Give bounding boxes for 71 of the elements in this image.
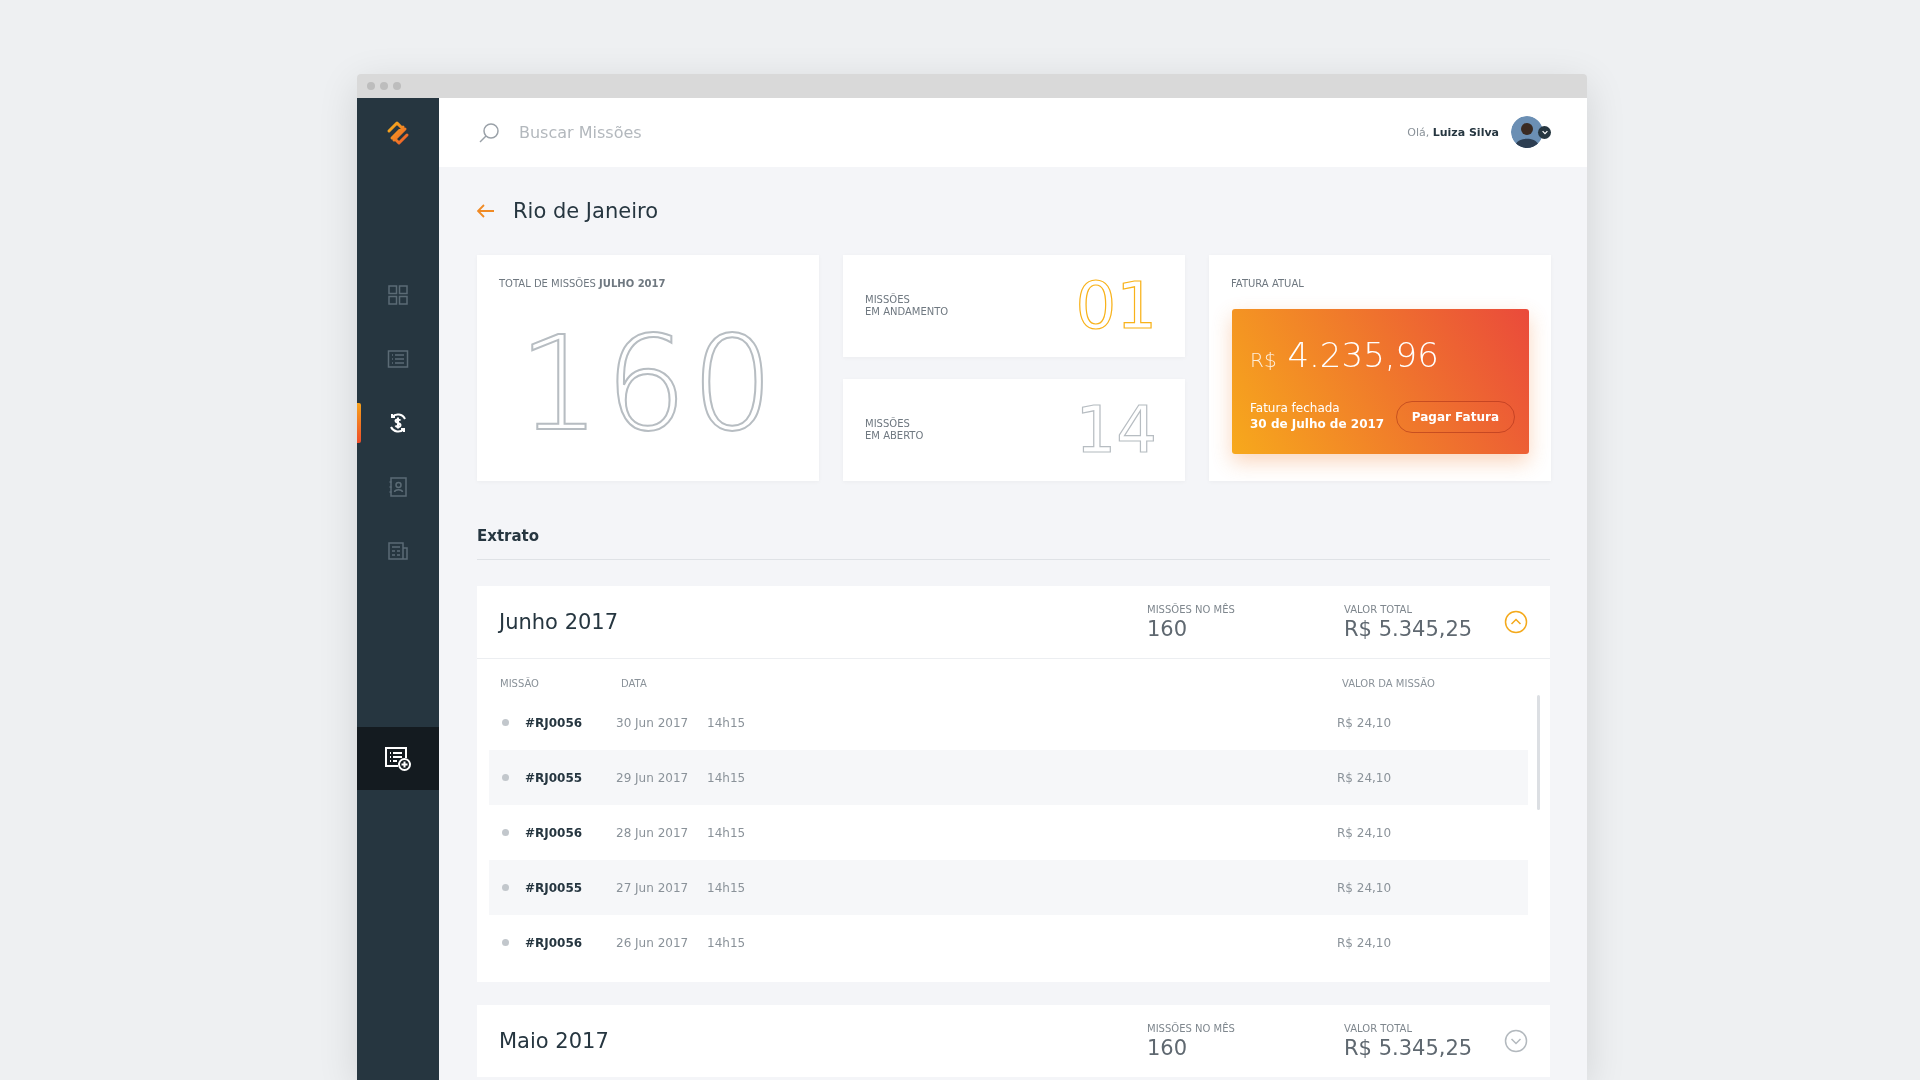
mission-time: 14h15 — [707, 825, 747, 840]
window-dot[interactable] — [380, 82, 388, 90]
page-title: Rio de Janeiro — [513, 199, 659, 223]
column-header: DATA — [621, 677, 648, 689]
mission-id: #RJ0056 — [525, 715, 584, 730]
section-title: Extrato — [477, 527, 541, 547]
month-title: Junho 2017 — [499, 610, 620, 634]
column-header: MISSÃO — [500, 677, 540, 689]
search-icon — [477, 120, 501, 145]
column-header: VALOR DA MISSÃO — [1342, 677, 1435, 689]
mission-time: 14h15 — [707, 880, 747, 895]
stat-value: 160 — [1147, 616, 1189, 641]
table-row[interactable]: #RJ0055 27 Jun 2017 14h15 R$ 24,10 — [489, 860, 1528, 915]
status-dot — [502, 939, 509, 946]
mission-time: 14h15 — [707, 935, 747, 950]
status-dot — [502, 829, 509, 836]
status-dot — [502, 774, 509, 781]
table-row[interactable]: #RJ0056 26 Jun 2017 14h15 R$ 24,10 — [489, 915, 1528, 970]
status-dot — [502, 884, 509, 891]
dropdown-icon[interactable] — [1538, 125, 1551, 139]
total-missions-count: 160 — [516, 319, 780, 449]
month-title: Maio 2017 — [499, 1029, 610, 1053]
collapse-button[interactable] — [1504, 610, 1528, 634]
avatar[interactable] — [1511, 115, 1551, 150]
mission-date: 27 Jun 2017 — [616, 880, 690, 895]
expand-button[interactable] — [1504, 1029, 1528, 1053]
stat-label: MISSÕES NO MÊS — [1147, 603, 1236, 615]
window-dot[interactable] — [367, 82, 375, 90]
status-dot — [502, 719, 509, 726]
mission-value: R$ 24,10 — [1337, 715, 1392, 730]
table-row[interactable]: #RJ0056 30 Jun 2017 14h15 R$ 24,10 — [489, 695, 1528, 750]
stat-label: MISSÕES NO MÊS — [1147, 1022, 1236, 1034]
scrollbar[interactable] — [1537, 695, 1540, 810]
newspaper-icon — [386, 539, 410, 563]
grid-icon — [386, 283, 410, 307]
mission-value: R$ 24,10 — [1337, 770, 1392, 785]
stat-value: 01 — [1075, 274, 1157, 338]
mission-id: #RJ0056 — [525, 935, 584, 950]
mission-value: R$ 24,10 — [1337, 935, 1392, 950]
card-label: FATURA ATUAL — [1230, 277, 1305, 289]
invoice-amount: R$ 4.235,96 — [1250, 335, 1440, 375]
stat-value: R$ 5.345,25 — [1344, 1035, 1474, 1060]
mission-date: 28 Jun 2017 — [616, 825, 690, 840]
stat-value: R$ 5.345,25 — [1344, 616, 1474, 641]
user-greeting: Olá, Luiza Silva — [1407, 126, 1499, 139]
back-arrow-icon[interactable] — [477, 204, 495, 218]
mission-value: R$ 24,10 — [1337, 825, 1392, 840]
mission-id: #RJ0056 — [525, 825, 584, 840]
stat-value: 160 — [1147, 1035, 1189, 1060]
mission-id: #RJ0055 — [525, 880, 584, 895]
list-plus-icon — [384, 745, 412, 772]
stat-label: VALOR TOTAL — [1344, 603, 1413, 615]
window-dot[interactable] — [393, 82, 401, 90]
mission-date: 30 Jun 2017 — [616, 715, 690, 730]
mission-date: 29 Jun 2017 — [616, 770, 690, 785]
invoice-status: Fatura fechada 30 de Julho de 2017 — [1250, 401, 1385, 433]
mission-date: 26 Jun 2017 — [616, 935, 690, 950]
mission-time: 14h15 — [707, 770, 747, 785]
stat-label: VALOR TOTAL — [1344, 1022, 1413, 1034]
mission-id: #RJ0055 — [525, 770, 584, 785]
search-field[interactable]: Buscar Missões — [517, 122, 821, 143]
mission-time: 14h15 — [707, 715, 747, 730]
table-row[interactable]: #RJ0056 28 Jun 2017 14h15 R$ 24,10 — [489, 805, 1528, 860]
stat-value: 14 — [1075, 398, 1157, 462]
card-label: TOTAL DE MISSÕES JULHO 2017 — [498, 276, 667, 289]
stat-label: MISSÕES EM ABERTO — [865, 417, 924, 443]
table-row[interactable]: #RJ0055 29 Jun 2017 14h15 R$ 24,10 — [489, 750, 1528, 805]
mission-value: R$ 24,10 — [1337, 880, 1392, 895]
new-mission-button[interactable] — [357, 727, 439, 790]
list-icon — [386, 347, 410, 371]
stat-label: MISSÕES EM ANDAMENTO — [865, 293, 949, 319]
